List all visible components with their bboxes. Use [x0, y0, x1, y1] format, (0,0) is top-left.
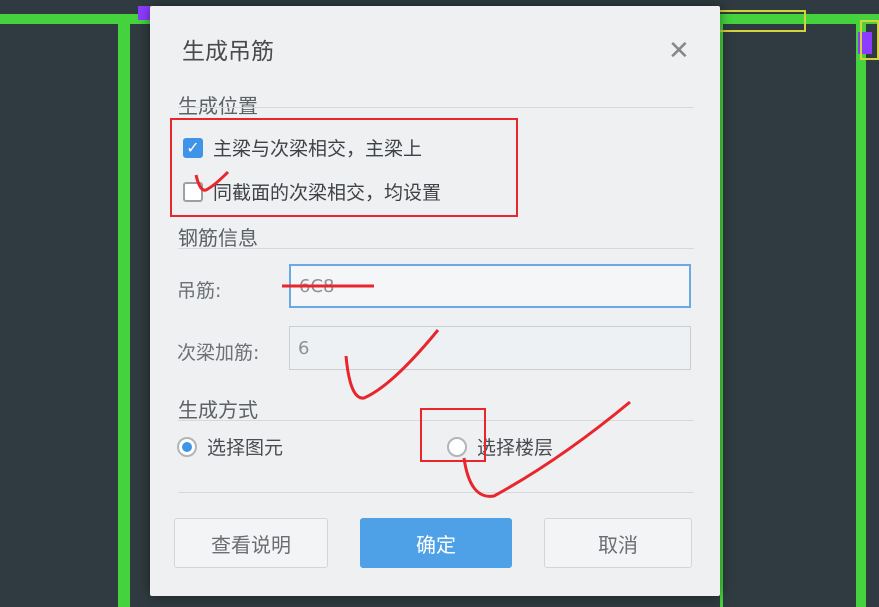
cad-yellow-element: [860, 20, 879, 60]
dialog-title: 生成吊筋: [182, 39, 274, 65]
annotation-box-floor-radio: [420, 408, 486, 462]
extra-rebar-label: 次梁加筋:: [177, 342, 260, 364]
hanger-value: 6C8: [299, 275, 335, 297]
extra-rebar-value: 6: [298, 337, 310, 359]
hanger-label: 吊筋:: [177, 280, 222, 302]
divider: [178, 248, 694, 249]
cad-column-left: [118, 14, 130, 607]
generate-hanger-dialog: 生成吊筋 ✕ 生成位置 ✓ 主梁与次梁相交，主梁上 同截面的次梁相交，均设置 钢…: [150, 6, 720, 596]
extra-rebar-input[interactable]: 6: [289, 326, 691, 370]
help-button[interactable]: 查看说明: [174, 518, 328, 568]
divider: [178, 492, 694, 493]
radio-button[interactable]: [177, 436, 197, 457]
radio-label: 选择图元: [207, 437, 284, 459]
divider: [178, 107, 694, 108]
mode-section-heading: 生成方式: [178, 398, 258, 422]
rebar-section-heading: 钢筋信息: [178, 226, 258, 250]
cancel-button[interactable]: 取消: [544, 518, 692, 568]
position-section-heading: 生成位置: [178, 94, 258, 118]
close-icon[interactable]: ✕: [668, 38, 690, 64]
annotation-box-position: [170, 118, 518, 217]
cad-column-right: [856, 14, 866, 607]
cad-beam-line: [720, 24, 723, 607]
radio-select-element[interactable]: 选择图元: [177, 433, 283, 460]
radio-label: 选择楼层: [477, 437, 554, 459]
ok-button[interactable]: 确定: [360, 518, 512, 568]
hanger-input[interactable]: 6C8: [289, 264, 691, 308]
